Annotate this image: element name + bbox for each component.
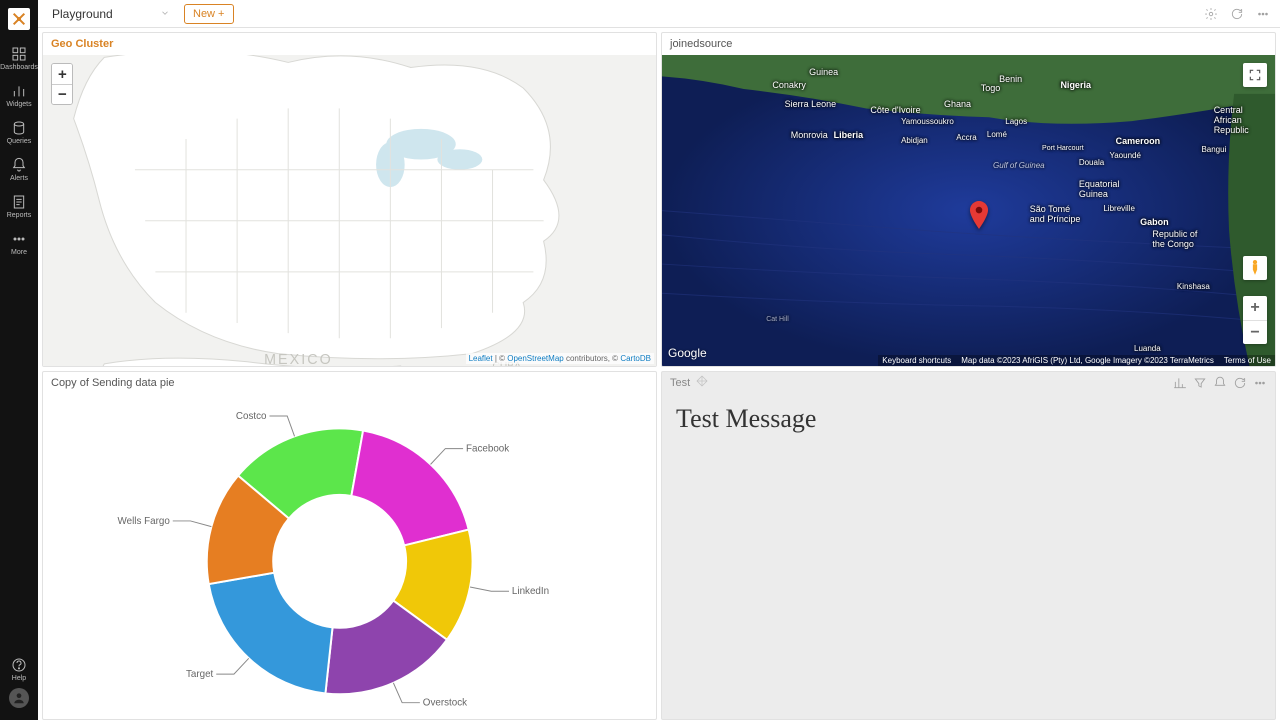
gmap-mapdata: Map data ©2023 AfriGIS (Pty) Ltd, Google… <box>961 356 1214 365</box>
panel-header[interactable]: Test <box>662 372 1275 394</box>
pie-slice-target[interactable] <box>209 573 333 694</box>
sidebar-item-dashboards[interactable]: Dashboards <box>0 40 38 77</box>
pie-slice-facebook[interactable] <box>351 431 468 546</box>
more-icon[interactable] <box>1254 5 1272 23</box>
page-selector[interactable]: Playground <box>46 4 176 24</box>
sidebar-item-reports[interactable]: Reports <box>0 188 38 225</box>
sidebar-item-widgets[interactable]: Widgets <box>0 77 38 114</box>
zoom-out-button[interactable]: − <box>52 84 72 104</box>
panel-title: Geo Cluster <box>51 38 113 50</box>
widget-filter-icon[interactable] <box>1193 376 1207 390</box>
map-label-mexico: MEXICO <box>264 352 333 366</box>
sidebar-label: Help <box>12 675 26 682</box>
panel-title: Copy of Sending data pie <box>51 377 175 389</box>
sidebar-label: Widgets <box>6 101 31 108</box>
sidebar-label: Dashboards <box>0 64 38 71</box>
refresh-button[interactable] <box>1228 5 1246 23</box>
sidebar-label: Alerts <box>10 175 28 182</box>
text-message: Test Message <box>676 404 1261 434</box>
us-map[interactable]: MEXICO CUBA + − Leaflet | © OpenStreetMa… <box>43 55 656 366</box>
gmap-shortcuts[interactable]: Keyboard shortcuts <box>882 356 951 365</box>
topbar: Playground New + <box>38 0 1280 28</box>
carto-link[interactable]: CartoDB <box>620 354 651 363</box>
zoom-in-button[interactable]: + <box>52 64 72 84</box>
panel-header: joinedsource <box>662 33 1275 55</box>
pegman-button[interactable] <box>1243 256 1267 280</box>
pie-label: LinkedIn <box>512 586 549 597</box>
sidebar-item-help[interactable]: Help <box>0 651 38 688</box>
widget-alert-icon[interactable] <box>1213 376 1227 390</box>
chevron-down-icon <box>160 7 170 21</box>
gmap-zoom-controls: + − <box>1243 296 1267 344</box>
panel-text: Test Test Message <box>661 371 1276 720</box>
panel-title: Test <box>670 377 690 389</box>
pie-label: Facebook <box>466 444 509 455</box>
page-title: Playground <box>52 7 113 21</box>
panel-geo-cluster: Geo Cluster <box>42 32 657 367</box>
osm-link[interactable]: OpenStreetMap <box>507 354 563 363</box>
pie-label: Target <box>186 669 214 680</box>
panel-joinedsource: joinedsource <box>661 32 1276 367</box>
pie-label: Overstock <box>423 698 467 709</box>
google-logo: Google <box>668 346 707 360</box>
gmap-zoom-out-button[interactable]: − <box>1243 320 1267 344</box>
sidebar-label: More <box>11 249 27 256</box>
sidebar-label: Reports <box>7 212 32 219</box>
drag-icon[interactable] <box>696 375 708 390</box>
panel-header: Geo Cluster <box>43 33 656 55</box>
widget-more-icon[interactable] <box>1253 376 1267 390</box>
pie-label: Costco <box>236 411 267 422</box>
google-map[interactable]: Guinea Conakry Sierra Leone Monrovia Lib… <box>662 55 1275 366</box>
widget-chart-icon[interactable] <box>1173 376 1187 390</box>
gmap-zoom-in-button[interactable]: + <box>1243 296 1267 320</box>
app-logo[interactable] <box>8 8 30 30</box>
avatar[interactable] <box>9 688 29 708</box>
panel-title: joinedsource <box>670 38 732 50</box>
sidebar-item-queries[interactable]: Queries <box>0 114 38 151</box>
panel-pie: Copy of Sending data pie Costco Facebook L… <box>42 371 657 720</box>
fullscreen-button[interactable] <box>1243 63 1267 87</box>
panel-header: Copy of Sending data pie <box>43 372 656 394</box>
widget-refresh-icon[interactable] <box>1233 376 1247 390</box>
workspace: Geo Cluster <box>38 28 1280 720</box>
sidebar: Dashboards Widgets Queries Alerts Report… <box>0 0 38 720</box>
sidebar-item-alerts[interactable]: Alerts <box>0 151 38 188</box>
new-button[interactable]: New + <box>184 4 234 24</box>
new-button-label: New + <box>193 8 225 20</box>
sidebar-label: Queries <box>7 138 32 145</box>
sidebar-item-more[interactable]: More <box>0 225 38 262</box>
leaflet-link[interactable]: Leaflet <box>469 354 493 363</box>
gmap-terms[interactable]: Terms of Use <box>1224 356 1271 365</box>
map-attribution: Leaflet | © OpenStreetMap contributors, … <box>466 353 654 364</box>
zoom-controls: + − <box>51 63 73 105</box>
pie-chart: Costco Facebook LinkedIn Overstock Target Wel… <box>43 394 656 719</box>
gmap-footer: Keyboard shortcuts Map data ©2023 AfriGI… <box>878 355 1275 366</box>
settings-button[interactable] <box>1202 5 1220 23</box>
pie-label: Wells Fargo <box>118 516 171 527</box>
